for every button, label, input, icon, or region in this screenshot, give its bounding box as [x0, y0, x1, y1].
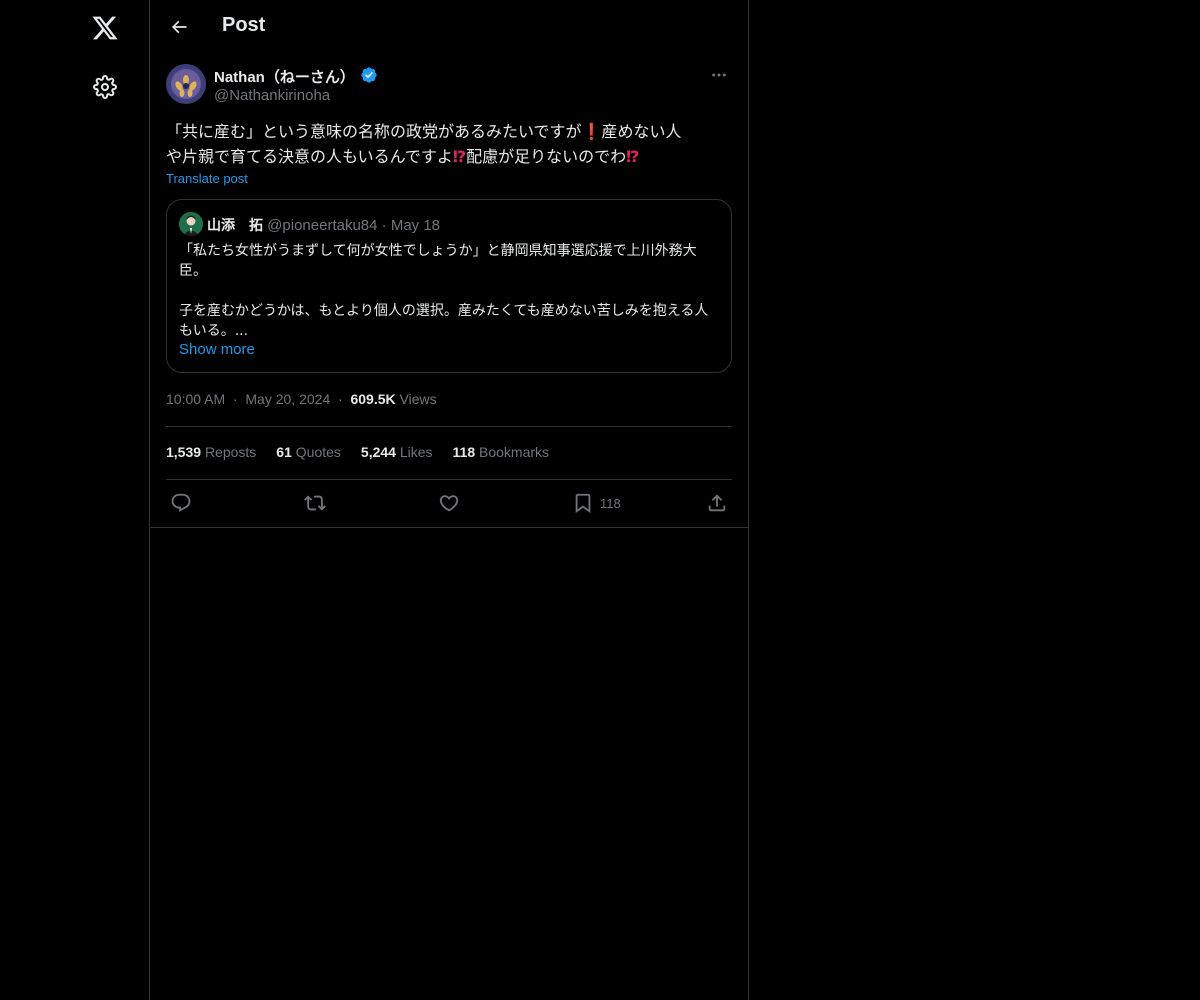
- bookmarks-label: Bookmarks: [479, 444, 550, 460]
- bookmark-button[interactable]: 118: [572, 488, 621, 518]
- interrobang-emoji: ⁉: [452, 147, 467, 166]
- quote-paragraph: 子を産むかどうかは、もとより個人の選択。産みたくても産めない苦しみを抱える人もい…: [179, 303, 709, 339]
- reposts-label: Reposts: [204, 444, 257, 460]
- quotes-label: Quotes: [295, 444, 341, 460]
- more-dots-icon: [712, 73, 726, 77]
- post-meta: 10:00 AM · May 20, 2024 · 609.5K Views: [166, 391, 437, 407]
- divider: [166, 426, 732, 427]
- divider: [166, 479, 732, 480]
- bookmark-count: 118: [600, 495, 621, 511]
- x-logo-icon[interactable]: [80, 3, 130, 53]
- likes-label: Likes: [399, 444, 433, 460]
- quoted-post[interactable]: 山添 拓 @pioneertaku84 · May 18 「私たち女性がうまずし…: [166, 199, 732, 373]
- quote-avatar-image: [179, 212, 203, 236]
- heart-icon: [439, 495, 459, 512]
- more-options-button[interactable]: [706, 64, 732, 86]
- share-button[interactable]: [706, 488, 728, 518]
- views-count: 609.5K: [350, 391, 396, 407]
- post-text-part: 「共に産む」という意味の名称の政党があるみたいですが: [166, 122, 582, 141]
- separator-dot: ·: [229, 391, 242, 407]
- bookmarks-stat[interactable]: 118 Bookmarks: [453, 444, 550, 460]
- author-handle[interactable]: @Nathankirinoha: [214, 87, 330, 104]
- post-stats: 1,539 Reposts 61 Quotes 5,244 Likes 118 …: [166, 444, 549, 460]
- gear-svg: [93, 75, 117, 99]
- page-title: Post: [222, 14, 266, 36]
- back-button[interactable]: [162, 10, 196, 44]
- quote-body: 「私たち女性がうまずして何が女性でしょうか」と静岡県知事選応援で上川外務大臣。 …: [179, 241, 719, 341]
- quote-author-name: 山添 拓: [207, 218, 263, 234]
- quote-avatar: [179, 212, 203, 236]
- post-time[interactable]: 10:00 AM: [166, 391, 225, 407]
- reposts-stat[interactable]: 1,539 Reposts: [166, 444, 256, 460]
- reply-icon: [171, 493, 191, 512]
- show-more-link[interactable]: Show more: [179, 341, 255, 358]
- avatar[interactable]: [166, 64, 206, 104]
- page-header: Post: [150, 0, 748, 54]
- reply-button[interactable]: [170, 488, 192, 518]
- likes-stat[interactable]: 5,244 Likes: [361, 444, 433, 460]
- likes-count: 5,244: [360, 444, 396, 460]
- repost-button[interactable]: [304, 488, 326, 518]
- post-text-part: や片親で育てる決意の人もいるんですよ: [166, 147, 453, 166]
- bookmark-icon: [575, 493, 591, 514]
- post-text-part: 産めない人: [601, 122, 682, 141]
- separator-dot: ·: [334, 391, 347, 407]
- gear-icon[interactable]: [80, 62, 130, 112]
- repost-icon: [304, 495, 326, 511]
- post-date[interactable]: May 20, 2024: [245, 391, 330, 407]
- bookmarks-count: 118: [452, 444, 476, 460]
- author-name[interactable]: Nathan（ねーさん）: [214, 66, 355, 87]
- quote-header: 山添 拓 @pioneertaku84 · May 18: [207, 215, 440, 235]
- quote-date: May 18: [390, 217, 441, 234]
- main-column: Post Nathan（ねーさん） @Nathankirinoha 「共に産む」…: [149, 0, 749, 1000]
- back-arrow-icon: [171, 20, 187, 34]
- views-label: Views: [399, 391, 437, 407]
- verified-svg: [361, 67, 377, 83]
- verified-badge-icon: [360, 66, 378, 84]
- like-button[interactable]: [438, 488, 460, 518]
- quote-paragraph: 「私たち女性がうまずして何が女性でしょうか」と静岡県知事選応援で上川外務大臣。: [179, 243, 697, 279]
- post-author: Nathan（ねーさん） @Nathankirinoha: [166, 64, 732, 108]
- reposts-count: 1,539: [166, 444, 202, 460]
- x-logo-svg: [92, 16, 118, 40]
- post-actions: 118: [166, 488, 732, 518]
- share-icon: [708, 494, 726, 512]
- quotes-count: 61: [276, 444, 292, 460]
- separator-dot: ·: [381, 217, 387, 234]
- interrobang-emoji: ⁉: [626, 147, 640, 166]
- translate-post-link[interactable]: Translate post: [166, 171, 248, 186]
- quotes-stat[interactable]: 61 Quotes: [276, 444, 341, 460]
- post-text-part: 配慮が足りないのでわ: [466, 147, 627, 166]
- divider: [150, 527, 748, 528]
- quote-author-handle: @pioneertaku84: [267, 217, 378, 234]
- avatar-image: [166, 64, 206, 104]
- exclamation-emoji: ❗: [581, 122, 602, 141]
- left-nav: [0, 0, 149, 1000]
- post-text: 「共に産む」という意味の名称の政党があるみたいですが❗産めない人 や片親で育てる…: [166, 119, 732, 169]
